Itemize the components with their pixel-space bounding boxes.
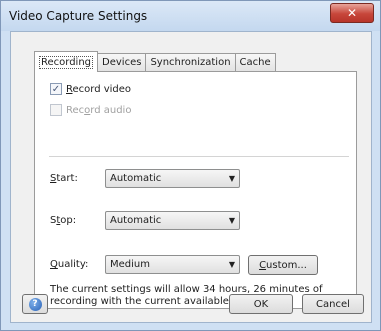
quality-dropdown-value: Medium	[110, 259, 150, 270]
window-title: Video Capture Settings	[9, 9, 148, 23]
record-audio-row: Record audio	[50, 104, 131, 116]
tab-devices-label: Devices	[102, 57, 142, 68]
record-audio-label: Record audio	[66, 104, 132, 116]
quality-label: Quality:	[50, 259, 89, 270]
chevron-down-icon: ▼	[228, 216, 236, 225]
record-video-checkbox[interactable]: ✓	[50, 83, 62, 95]
chevron-down-icon: ▼	[228, 174, 236, 183]
tab-cache-label: Cache	[239, 57, 271, 68]
record-video-row[interactable]: ✓ Record video	[50, 83, 131, 95]
dialog-window: Video Capture Settings ✕ Recording Devic…	[0, 0, 381, 331]
start-label: Start:	[50, 173, 78, 184]
tab-strip: Recording Devices Synchronization Cache	[34, 51, 276, 72]
tab-devices[interactable]: Devices	[97, 53, 147, 71]
help-icon: ?	[28, 297, 42, 311]
start-dropdown-value: Automatic	[110, 173, 162, 184]
title-bar[interactable]: Video Capture Settings ✕	[1, 1, 380, 31]
section-divider	[49, 156, 349, 157]
cancel-button[interactable]: Cancel	[302, 294, 364, 314]
custom-button[interactable]: Custom...	[248, 255, 318, 275]
close-button[interactable]: ✕	[330, 3, 374, 23]
tab-recording-label: Recording	[39, 55, 94, 69]
custom-button-label: Custom...	[259, 259, 307, 271]
record-video-label: Record video	[66, 83, 132, 95]
close-icon: ✕	[346, 6, 358, 20]
check-icon: ✓	[51, 83, 61, 95]
tab-synchronization[interactable]: Synchronization	[145, 53, 236, 71]
cancel-button-label: Cancel	[316, 298, 350, 310]
help-button[interactable]: ?	[22, 294, 48, 314]
chevron-down-icon: ▼	[228, 260, 236, 269]
tab-cache[interactable]: Cache	[234, 53, 276, 71]
tab-recording[interactable]: Recording	[34, 51, 99, 72]
recording-tab-panel: ✓ Record video Record audio Start: Autom…	[34, 71, 357, 309]
start-dropdown[interactable]: Automatic ▼	[105, 169, 240, 188]
quality-dropdown[interactable]: Medium ▼	[105, 255, 240, 274]
stop-label: Stop:	[50, 215, 77, 226]
ok-button-label: OK	[253, 298, 269, 310]
dialog-client-area: Recording Devices Synchronization Cache …	[10, 31, 372, 323]
stop-dropdown-value: Automatic	[110, 215, 162, 226]
tab-synchronization-label: Synchronization	[150, 57, 231, 68]
stop-dropdown[interactable]: Automatic ▼	[105, 211, 240, 230]
ok-button[interactable]: OK	[229, 294, 293, 314]
record-audio-checkbox	[50, 104, 62, 116]
